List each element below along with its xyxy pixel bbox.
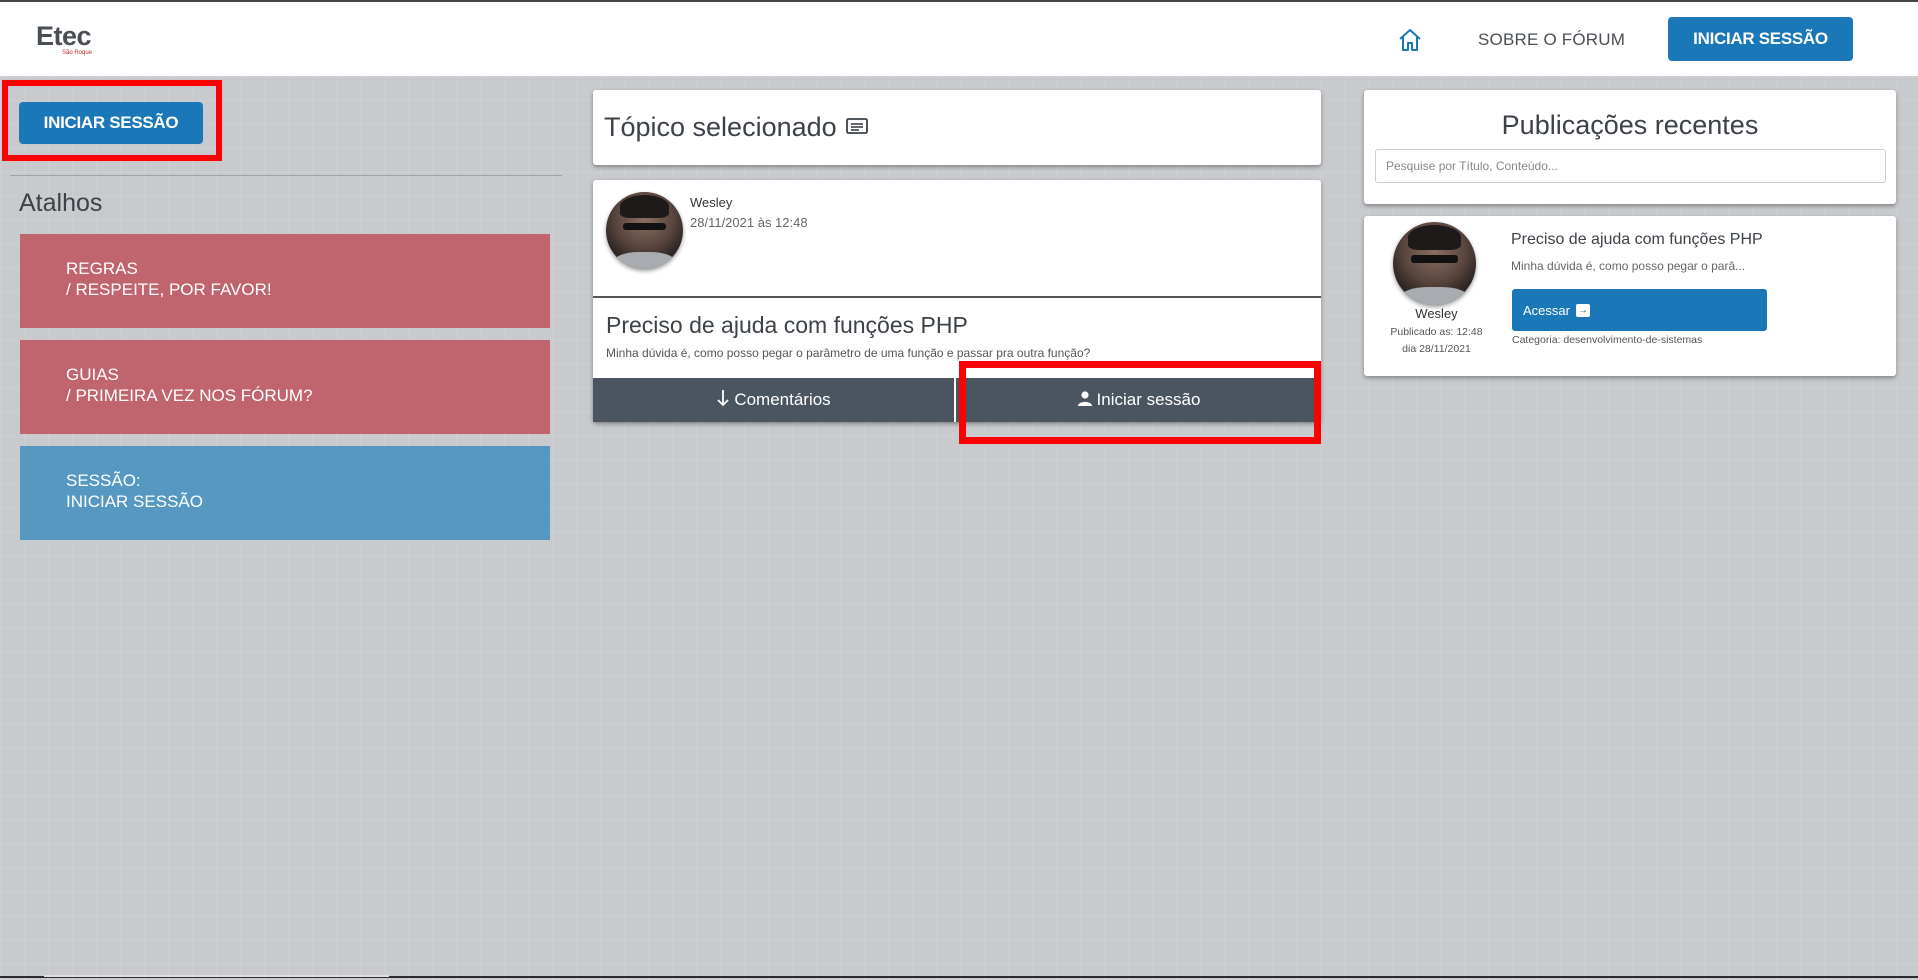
topic-title-text: Tópico selecionado — [604, 112, 837, 142]
post-title: Preciso de ajuda com funções PHP — [606, 312, 968, 338]
sidebar-divider — [10, 175, 562, 176]
shortcut-label: GUIAS — [66, 365, 119, 384]
topic-header-card: Tópico selecionado — [593, 90, 1321, 165]
recent-post-item: Wesley Publicado as: 12:48 dia 28/11/202… — [1364, 216, 1896, 376]
shortcut-rules[interactable]: REGRAS / RESPEITE, POR FAVOR! — [20, 234, 550, 328]
recent-post-category: Categoria: desenvolvimento-de-sistemas — [1512, 334, 1703, 346]
shortcut-sublabel: / PRIMEIRA VEZ NOS FÓRUM? — [66, 386, 313, 405]
recent-posts-title: Publicações recentes — [1501, 110, 1759, 140]
shortcut-guides[interactable]: GUIAS / PRIMEIRA VEZ NOS FÓRUM? — [20, 340, 550, 434]
shortcut-sublabel: / RESPEITE, POR FAVOR! — [66, 280, 272, 299]
shortcut-label: SESSÃO: — [66, 471, 141, 490]
topic-title: Tópico selecionado — [604, 112, 869, 143]
navbar: Etec São Roque SOBRE O FÓRUM INICIAR SES… — [0, 2, 1918, 76]
recent-post-date: dia 28/11/2021 — [1402, 343, 1471, 355]
logo-text: Etec — [36, 21, 92, 51]
avatar — [1393, 222, 1476, 305]
highlight-box — [2, 80, 222, 161]
recent-post-excerpt: Minha dúvida é, como posso pegar o parâ.… — [1511, 259, 1746, 273]
avatar — [606, 192, 683, 269]
article-icon — [845, 112, 869, 143]
recent-posts-card: Publicações recentes — [1364, 90, 1896, 204]
arrow-right-icon: → — [1575, 303, 1590, 317]
recent-post-meta: Publicado as: 12:48 dia 28/11/2021 — [1364, 324, 1509, 358]
comments-button[interactable]: Comentários — [593, 378, 956, 422]
recent-post-time: Publicado as: 12:48 — [1390, 326, 1483, 338]
recent-post-author[interactable]: Wesley — [1364, 306, 1509, 321]
about-forum-link[interactable]: SOBRE O FÓRUM — [1478, 30, 1625, 50]
etec-logo[interactable]: Etec São Roque — [36, 21, 92, 56]
shortcut-session[interactable]: SESSÃO: INICIAR SESSÃO — [20, 446, 550, 540]
post-divider — [593, 296, 1321, 298]
access-label: Acessar — [1523, 302, 1570, 318]
shortcuts-heading: Atalhos — [19, 189, 103, 217]
shortcut-sublabel: INICIAR SESSÃO — [66, 492, 203, 511]
window-bottom-accent — [44, 975, 389, 977]
recent-post-title: Preciso de ajuda com funções PHP — [1511, 231, 1763, 248]
header-login-button[interactable]: INICIAR SESSÃO — [1668, 17, 1853, 61]
access-button[interactable]: Acessar → — [1512, 289, 1767, 331]
home-icon[interactable] — [1396, 26, 1424, 54]
post-body: Minha dúvida é, como posso pegar o parâm… — [606, 346, 1091, 360]
arrow-down-icon — [716, 388, 730, 413]
post-author[interactable]: Wesley — [690, 195, 732, 210]
shortcut-label: REGRAS — [66, 259, 138, 278]
highlight-box — [959, 361, 1321, 444]
comments-label: Comentários — [734, 390, 831, 409]
post-date: 28/11/2021 às 12:48 — [690, 215, 808, 230]
search-input[interactable] — [1375, 149, 1886, 183]
logo-subtext: São Roque — [62, 50, 93, 56]
